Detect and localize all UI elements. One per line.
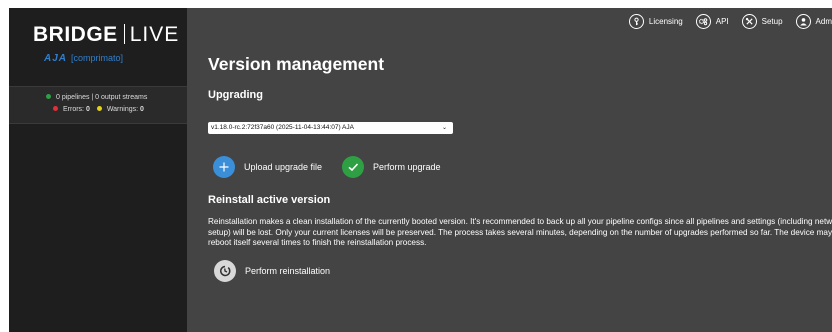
nav-licensing-label: Licensing (648, 16, 683, 26)
pipeline-status-box[interactable]: 0 pipelines | 0 output streams Errors: 0… (9, 86, 187, 124)
nav-admin-label: Adm (815, 16, 832, 26)
upgrading-heading: Upgrading (208, 89, 263, 101)
warning-status-dot (96, 106, 102, 111)
perform-upgrade-label: Perform upgrade (373, 162, 441, 172)
warnings-label: Warnings: (106, 106, 139, 113)
errors-count: 0 (85, 106, 90, 113)
logo-live-text: LIVE (129, 23, 180, 46)
nav-setup[interactable]: Setup (741, 13, 783, 29)
reinstall-heading: Reinstall active version (208, 194, 331, 206)
logo-divider (123, 24, 125, 44)
errors-label: Errors: (63, 106, 84, 113)
page-title: Version management (208, 54, 385, 74)
nav-api-label: API (715, 16, 729, 26)
version-select[interactable]: v1.18.0-rc.2:72f37a60 (2025-11-04-13:44:… (208, 122, 453, 134)
plus-icon (213, 156, 235, 178)
pipelines-status-line: 0 pipelines | 0 output streams (46, 94, 147, 101)
version-select-value: v1.18.0-rc.2:72f37a60 (2025-11-04-13:44:… (211, 124, 354, 131)
upload-upgrade-file-label: Upload upgrade file (244, 162, 323, 172)
upload-upgrade-file-button[interactable]: Upload upgrade file (213, 156, 322, 178)
perform-upgrade-button[interactable]: Perform upgrade (342, 156, 441, 178)
top-navigation: Licensing API Setup Adm (628, 11, 832, 31)
reinstall-description: Reinstallation makes a clean installatio… (208, 217, 832, 248)
nav-setup-label: Setup (761, 16, 783, 26)
tools-icon (741, 13, 757, 29)
gears-icon (695, 13, 711, 29)
comprimato-text: [comprimato] (71, 53, 124, 63)
user-icon (795, 13, 811, 29)
pipelines-status-text: 0 pipelines | 0 output streams (56, 94, 148, 101)
bridge-live-logo[interactable]: BRIDGE LIVE AJA [comprimato] (33, 23, 178, 64)
nav-admin[interactable]: Adm (795, 13, 832, 29)
errors-warnings-line: Errors: 0 Warnings: 0 (53, 106, 144, 113)
perform-reinstallation-label: Perform reinstallation (245, 266, 331, 276)
warnings-count: 0 (140, 106, 144, 113)
chevron-down-icon: ⌄ (441, 125, 447, 131)
nav-api[interactable]: API (695, 13, 729, 29)
main-panel: Licensing API Setup Adm Version manageme… (187, 8, 832, 332)
sidebar: BRIDGE LIVE AJA [comprimato] 0 pipelines |… (9, 8, 187, 332)
reinstall-icon (214, 260, 236, 282)
logo-bridge-text: BRIDGE (33, 23, 118, 46)
ok-status-dot (46, 94, 51, 99)
perform-reinstallation-button[interactable]: Perform reinstallation (214, 260, 330, 282)
nav-licensing[interactable]: Licensing (628, 13, 683, 29)
error-status-dot (53, 106, 58, 111)
aja-logo-text: AJA (44, 53, 68, 64)
key-icon (628, 13, 644, 29)
checkmark-icon (342, 156, 364, 178)
